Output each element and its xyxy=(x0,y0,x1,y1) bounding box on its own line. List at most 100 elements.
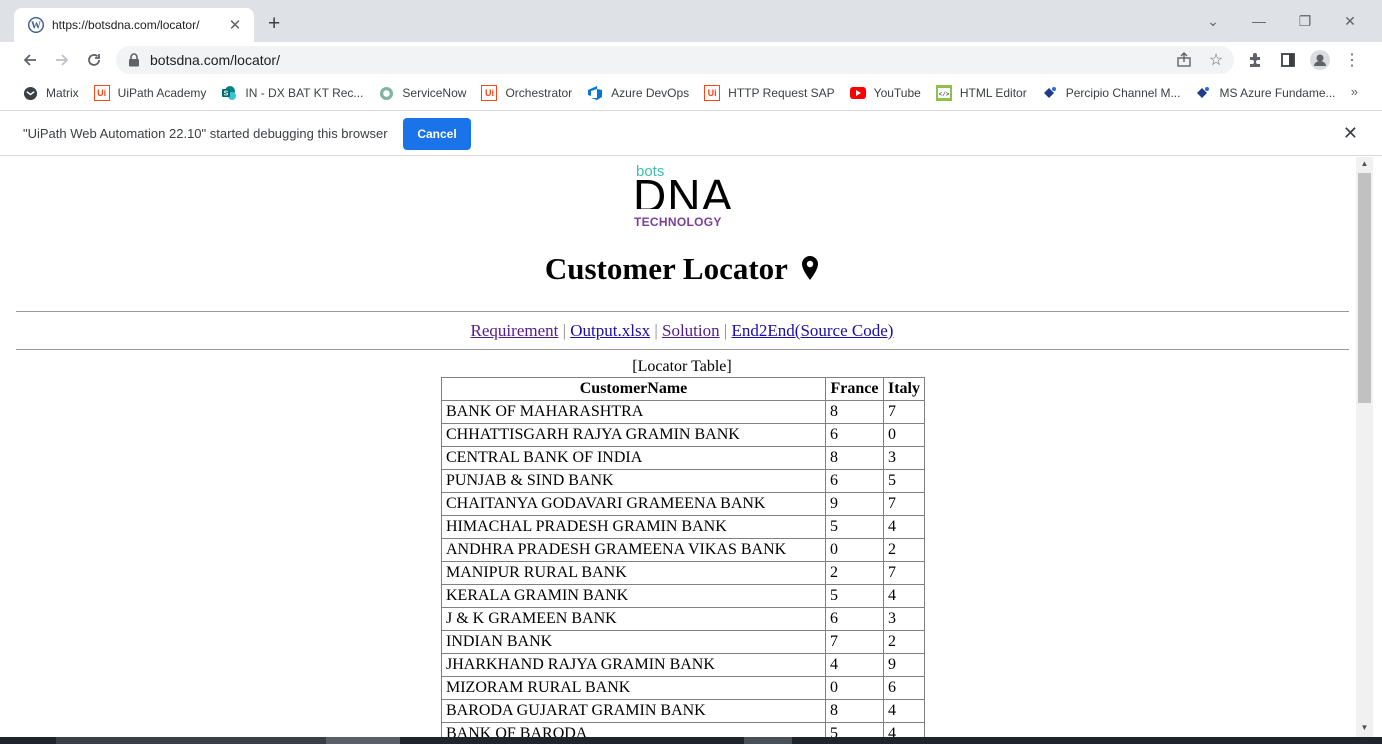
bookmark-servicenow[interactable]: ServiceNow xyxy=(378,85,466,101)
output-xlsx-link[interactable]: Output.xlsx xyxy=(570,321,650,340)
italy-cell: 3 xyxy=(883,446,925,470)
customer-name-cell: JHARKHAND RAJYA GRAMIN BANK xyxy=(441,653,826,677)
restore-icon[interactable]: ❐ xyxy=(1293,12,1317,30)
bookmark-percipio-channel[interactable]: Percipio Channel M... xyxy=(1042,85,1180,101)
table-row: MIZORAM RURAL BANK 0 6 xyxy=(441,676,925,700)
table-row: CHHATTISGARH RAJYA GRAMIN BANK 6 0 xyxy=(441,423,925,447)
reload-icon[interactable] xyxy=(82,48,106,72)
taskbar-item[interactable] xyxy=(744,737,792,744)
profile-avatar-icon[interactable] xyxy=(1310,50,1330,70)
end2end-source-code-link[interactable]: End2End(Source Code) xyxy=(732,321,894,340)
tab-search-icon[interactable]: ⌄ xyxy=(1201,12,1225,30)
uipath-icon: Ui xyxy=(93,85,110,101)
bookmark-azure-devops[interactable]: Azure DevOps xyxy=(587,85,689,101)
table-row: INDIAN BANK 7 2 xyxy=(441,630,925,654)
bookmark-label: ServiceNow xyxy=(402,86,467,100)
address-url[interactable]: botsdna.com/locator/ xyxy=(150,52,280,68)
italy-cell: 3 xyxy=(883,607,925,631)
forward-icon[interactable] xyxy=(50,48,74,72)
taskbar-item[interactable] xyxy=(326,737,400,744)
france-cell: 8 xyxy=(825,446,884,470)
bookmark-label: HTML Editor xyxy=(959,86,1027,100)
logo-technology-text: TECHNOLOGY xyxy=(634,215,722,229)
table-row: CHAITANYA GODAVARI GRAMEENA BANK 9 7 xyxy=(441,492,925,516)
bookmark-youtube[interactable]: YouTube xyxy=(849,85,921,101)
france-cell: 6 xyxy=(825,469,884,493)
page-title-text: Customer Locator xyxy=(544,251,788,286)
france-cell: 6 xyxy=(825,607,884,631)
cancel-button[interactable]: Cancel xyxy=(403,118,471,150)
table-row: J & K GRAMEEN BANK 6 3 xyxy=(441,607,925,631)
table-row: KERALA GRAMIN BANK 5 4 xyxy=(441,584,925,608)
window-close-icon[interactable]: ✕ xyxy=(1338,12,1362,30)
bookmark-dx-bat-kt[interactable]: S IN - DX BAT KT Rec... xyxy=(221,85,363,101)
bookmark-label: HTTP Request SAP xyxy=(728,86,835,100)
share-icon[interactable] xyxy=(1174,50,1194,70)
menu-kebab-icon[interactable]: ⋮ xyxy=(1342,50,1362,70)
new-tab-icon[interactable]: + xyxy=(268,13,280,35)
minimize-icon[interactable]: — xyxy=(1247,12,1271,30)
matrix-icon xyxy=(22,85,38,101)
infobar-close-icon[interactable]: ✕ xyxy=(1343,123,1358,144)
france-cell: 0 xyxy=(825,676,884,700)
tab-close-icon[interactable]: ✕ xyxy=(226,16,244,34)
browser-tab[interactable]: W https://botsdna.com/locator/ ✕ xyxy=(14,8,254,42)
table-row: CENTRAL BANK OF INDIA 8 3 xyxy=(441,446,925,470)
page-content: bots DNA TECHNOLOGY Customer Locator Req… xyxy=(8,157,1356,737)
taskbar-item[interactable] xyxy=(56,737,326,744)
solution-link[interactable]: Solution xyxy=(662,321,720,340)
italy-cell: 4 xyxy=(883,584,925,608)
map-pin-icon xyxy=(802,256,819,280)
italy-cell: 4 xyxy=(883,722,925,737)
france-cell: 5 xyxy=(825,515,884,539)
italy-cell: 2 xyxy=(883,538,925,562)
bookmark-ms-azure-fundamentals[interactable]: MS Azure Fundame... xyxy=(1195,85,1336,101)
scroll-down-icon[interactable]: ▼ xyxy=(1356,723,1373,732)
italy-cell: 9 xyxy=(883,653,925,677)
scrollbar-thumb[interactable] xyxy=(1358,173,1371,403)
italy-cell: 0 xyxy=(883,423,925,447)
column-header-italy: Italy xyxy=(883,377,925,401)
table-body: BANK OF MAHARASHTRA 8 7 CHHATTISGARH RAJYA … xyxy=(441,400,925,737)
azure-devops-icon xyxy=(587,85,603,101)
page-scrollbar[interactable]: ▲ ▼ xyxy=(1356,157,1373,737)
svg-text:</>: </> xyxy=(938,91,949,98)
bookmark-star-icon[interactable]: ☆ xyxy=(1206,50,1226,70)
uipath-icon: Ui xyxy=(704,85,721,101)
bookmarks-overflow-icon[interactable]: » xyxy=(1351,84,1358,99)
italy-cell: 2 xyxy=(883,630,925,654)
bookmark-label: YouTube xyxy=(873,86,921,100)
back-icon[interactable] xyxy=(18,48,42,72)
table-row: ANDHRA PRADESH GRAMEENA VIKAS BANK 0 2 xyxy=(441,538,925,562)
divider-top xyxy=(16,311,1349,312)
table-row: MANIPUR RURAL BANK 2 7 xyxy=(441,561,925,585)
requirement-link[interactable]: Requirement xyxy=(471,321,559,340)
customer-name-cell: CENTRAL BANK OF INDIA xyxy=(441,446,826,470)
extensions-icon[interactable] xyxy=(1245,50,1265,70)
bookmark-orchestrator[interactable]: Ui Orchestrator xyxy=(481,85,572,101)
address-bar[interactable]: botsdna.com/locator/ xyxy=(116,46,1234,74)
debugging-infobar: "UiPath Web Automation 22.10" started de… xyxy=(0,110,1382,156)
bookmark-label: Orchestrator xyxy=(505,86,573,100)
france-cell: 7 xyxy=(825,630,884,654)
bookmark-label: Matrix xyxy=(46,86,79,100)
italy-cell: 7 xyxy=(883,492,925,516)
france-cell: 5 xyxy=(825,722,884,737)
os-taskbar xyxy=(0,737,1382,744)
italy-cell: 7 xyxy=(883,400,925,424)
table-caption: [Locator Table] xyxy=(632,358,732,375)
bookmark-matrix[interactable]: Matrix xyxy=(22,85,79,101)
scroll-up-icon[interactable]: ▲ xyxy=(1356,159,1373,168)
tab-title: https://botsdna.com/locator/ xyxy=(52,18,200,32)
bookmark-http-request-sap[interactable]: Ui HTTP Request SAP xyxy=(704,85,835,101)
bookmark-uipath-academy[interactable]: Ui UiPath Academy xyxy=(93,85,206,101)
wordpress-icon: W xyxy=(28,17,44,33)
column-header-customer-name: CustomerName xyxy=(441,377,826,401)
side-panel-icon[interactable] xyxy=(1278,50,1298,70)
customer-name-cell: PUNJAB & SIND BANK xyxy=(441,469,826,493)
bookmark-html-editor[interactable]: </> HTML Editor xyxy=(935,85,1027,101)
svg-text:S: S xyxy=(224,91,229,98)
france-cell: 8 xyxy=(825,400,884,424)
customer-name-cell: MIZORAM RURAL BANK xyxy=(441,676,826,700)
servicenow-icon xyxy=(378,85,394,101)
